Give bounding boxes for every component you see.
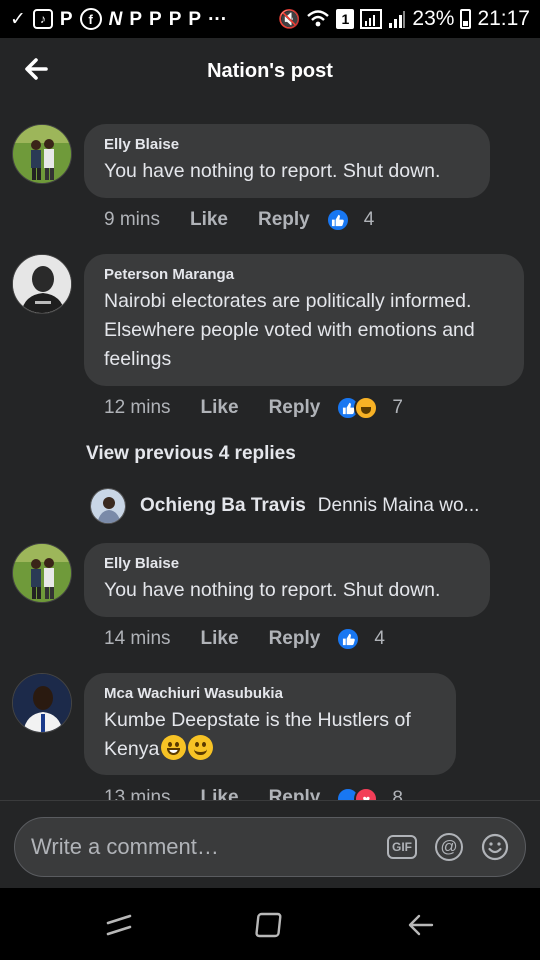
reply-button[interactable]: Reply: [258, 209, 310, 231]
reaction-count: 4: [374, 628, 385, 649]
recent-apps-icon[interactable]: [104, 910, 134, 940]
back-arrow-icon[interactable]: [22, 54, 50, 84]
avatar[interactable]: [90, 488, 126, 524]
gif-icon[interactable]: GIF: [387, 835, 417, 859]
comment-time[interactable]: 9 mins: [104, 209, 160, 231]
reply-author[interactable]: Ochieng Ba Travis: [140, 495, 306, 517]
facebook-icon: f: [79, 8, 102, 30]
battery-icon: [460, 9, 472, 29]
more-notifications-icon: ···: [208, 8, 228, 30]
comment-actions: 13 mins Like Reply ♥ 8: [104, 787, 403, 801]
tiktok-icon: ♪: [32, 9, 53, 29]
back-icon[interactable]: [406, 910, 436, 940]
like-button[interactable]: Like: [201, 787, 239, 801]
comment-text-content: Kumbe Deepstate is the Hustlers of Kenya: [104, 709, 411, 760]
comment-text: You have nothing to report. Shut down.: [104, 160, 441, 182]
signal-strength-icon: [389, 11, 406, 28]
p-app-icon: P: [188, 8, 202, 30]
mute-icon: 🔇: [277, 8, 301, 29]
wifi-icon: [307, 10, 330, 27]
reaction-count: 7: [392, 397, 403, 418]
download-done-icon: ✓: [10, 8, 26, 30]
nation-app-icon: N: [108, 8, 123, 30]
comment-time[interactable]: 13 mins: [104, 787, 171, 801]
reply-button[interactable]: Reply: [269, 628, 321, 650]
clock: 21:17: [477, 7, 530, 30]
comment-bubble[interactable]: Peterson Maranga Nairobi electorates are…: [84, 254, 524, 386]
sim-badge: 1: [336, 9, 355, 29]
view-previous-replies[interactable]: View previous 4 replies: [86, 443, 296, 465]
like-reaction-icon: [336, 627, 361, 651]
like-button[interactable]: Like: [201, 397, 239, 419]
avatar[interactable]: [12, 254, 72, 314]
mention-icon[interactable]: @: [435, 833, 463, 861]
comment-time[interactable]: 12 mins: [104, 397, 171, 419]
p-app-icon: P: [59, 8, 73, 30]
battery-percent: 23%: [412, 7, 455, 30]
header: Nation's post: [0, 38, 540, 104]
like-button[interactable]: Like: [190, 209, 228, 231]
comment-author[interactable]: Elly Blaise: [104, 555, 470, 572]
comment-text: Nairobi electorates are politically info…: [104, 290, 475, 370]
system-nav-bar: [0, 888, 540, 960]
comment-bubble[interactable]: Elly Blaise You have nothing to report. …: [84, 124, 490, 198]
status-bar: ✓ ♪ P f N P P P P ··· 🔇 1 23% 21:17: [0, 0, 540, 38]
smiling-emoji-icon: [188, 735, 214, 760]
like-reaction-icon: [325, 208, 350, 232]
mention-symbol: @: [440, 837, 458, 856]
comment-placeholder[interactable]: Write a comment…: [31, 834, 369, 860]
page-title: Nation's post: [207, 59, 333, 82]
signal-icon: [360, 9, 383, 29]
reply-button[interactable]: Reply: [269, 397, 321, 419]
comment-bubble[interactable]: Elly Blaise You have nothing to report. …: [84, 543, 490, 617]
comment-author[interactable]: Mca Wachiuri Wasubukia: [104, 685, 436, 702]
comment-text: You have nothing to report. Shut down.: [104, 579, 441, 601]
comment-time[interactable]: 14 mins: [104, 628, 171, 650]
p-app-icon: P: [168, 8, 182, 30]
avatar[interactable]: [12, 124, 72, 184]
home-icon[interactable]: [255, 910, 285, 940]
p-app-icon: P: [129, 8, 143, 30]
avatar[interactable]: [12, 673, 72, 733]
reaction-summary[interactable]: 7: [336, 396, 403, 420]
comment-author[interactable]: Peterson Maranga: [104, 266, 504, 283]
comment-bubble[interactable]: Mca Wachiuri Wasubukia Kumbe Deepstate i…: [84, 673, 456, 775]
comment-author[interactable]: Elly Blaise: [104, 136, 470, 153]
reply-preview[interactable]: Ochieng Ba Travis Dennis Maina wo...: [90, 488, 530, 524]
reaction-summary[interactable]: ♥ 8: [336, 787, 403, 801]
reply-text: Dennis Maina wo...: [317, 495, 480, 516]
avatar[interactable]: [12, 543, 72, 603]
comment-text: Kumbe Deepstate is the Hustlers of Kenya: [104, 706, 436, 764]
reaction-summary[interactable]: 4: [325, 208, 375, 232]
love-reaction-icon: ♥: [354, 787, 379, 801]
comment-actions: 9 mins Like Reply 4: [104, 208, 374, 232]
p-app-icon: P: [149, 8, 162, 30]
comment-actions: 12 mins Like Reply 7: [104, 396, 403, 420]
reply-button[interactable]: Reply: [269, 787, 321, 801]
comment-actions: 14 mins Like Reply 4: [104, 627, 385, 651]
reaction-summary[interactable]: 4: [336, 627, 385, 651]
emoji-picker-icon[interactable]: [481, 833, 509, 861]
like-button[interactable]: Like: [201, 628, 239, 650]
grinning-emoji-icon: [161, 735, 187, 760]
haha-reaction-icon: [354, 396, 379, 420]
comment-composer-bar: Write a comment… GIF @: [0, 800, 540, 888]
comment-input[interactable]: Write a comment… GIF @: [14, 817, 526, 877]
reaction-count: 4: [363, 209, 375, 230]
